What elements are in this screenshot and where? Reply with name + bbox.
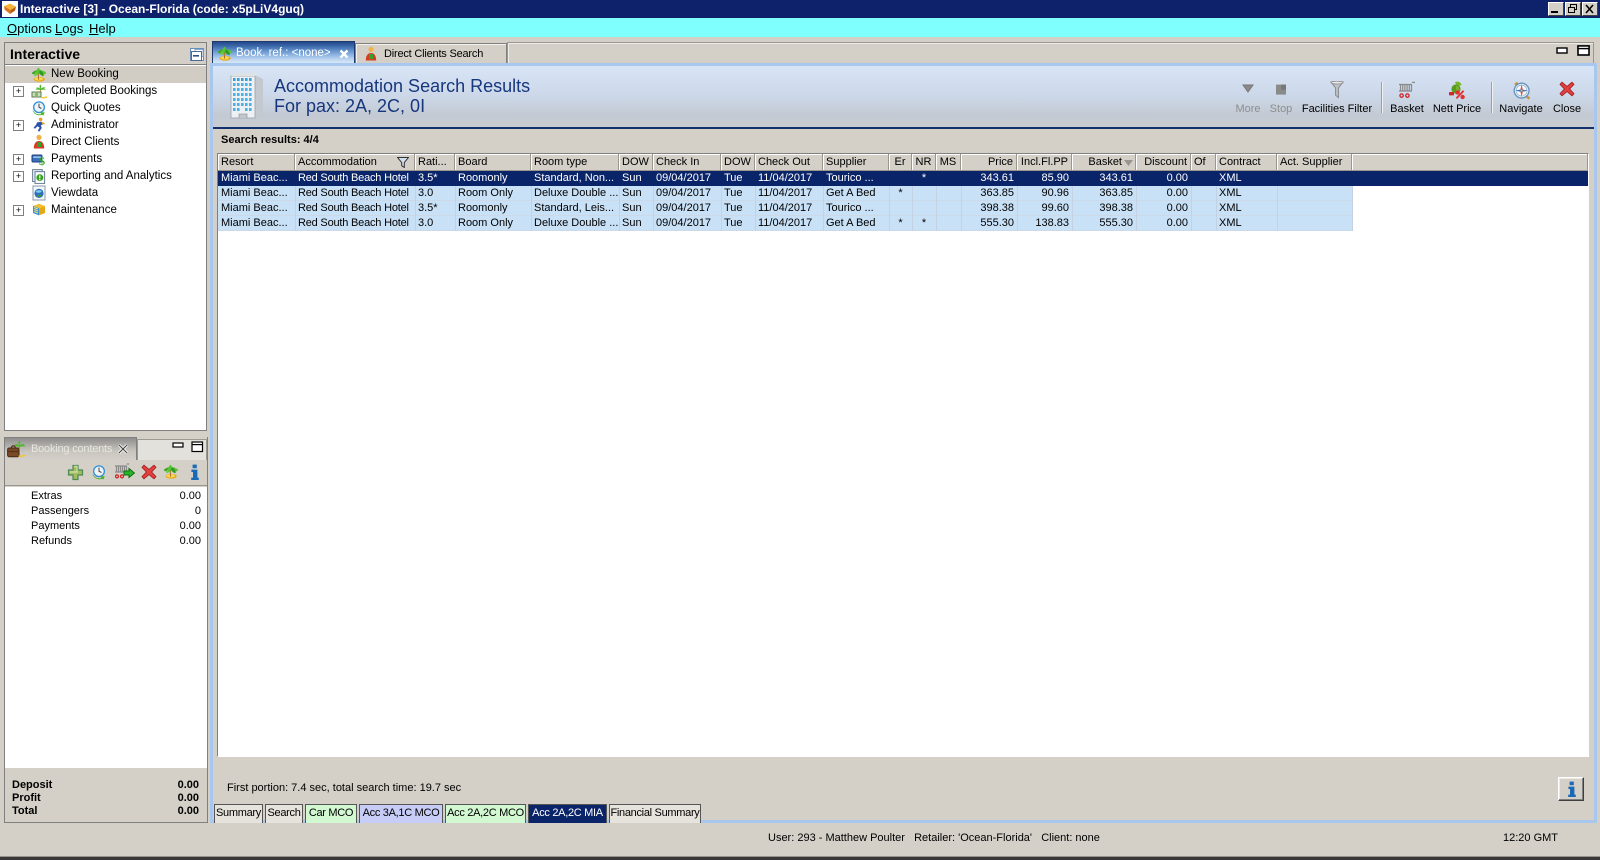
svg-text:$: $ (39, 154, 45, 167)
